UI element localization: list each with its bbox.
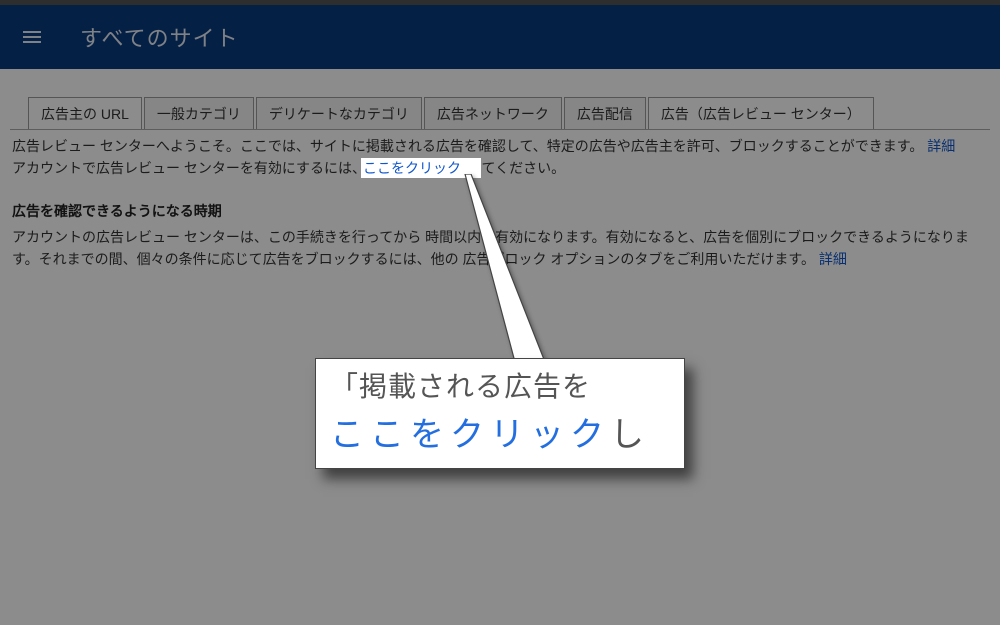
tab-label: 広告（広告レビュー センター）	[661, 106, 861, 122]
tab-ad-delivery[interactable]: 広告配信	[564, 97, 646, 129]
details-link-2[interactable]: 詳細	[819, 251, 847, 267]
tab-label: 広告主の URL	[41, 106, 129, 122]
tab-label: 広告配信	[577, 106, 633, 122]
tab-advertiser-url[interactable]: 広告主の URL	[28, 97, 142, 129]
callout-line2: ここをクリックし	[330, 407, 670, 456]
details-link[interactable]: 詳細	[927, 138, 955, 154]
callout-box: 「掲載される広告を ここをクリックし	[315, 358, 685, 469]
tab-label: 一般カテゴリ	[157, 106, 241, 122]
tab-bar: 広告主の URL 一般カテゴリ デリケートなカテゴリ 広告ネットワーク 広告配信…	[10, 97, 990, 129]
tab-label: デリケートなカテゴリ	[269, 106, 409, 122]
menu-icon[interactable]	[12, 17, 52, 57]
intro-paragraph-2: アカウントで広告レビュー センターを有効にするには、 ここをクリックしてください…	[10, 158, 990, 180]
intro-text: してください。	[468, 160, 565, 176]
tab-sensitive-category[interactable]: デリケートなカテゴリ	[256, 97, 422, 129]
section-heading: 広告を確認できるようになる時期	[10, 201, 990, 221]
page-title: すべてのサイト	[80, 21, 239, 53]
callout-main-text: ここをクリック	[330, 407, 610, 456]
tab-ad-review-center[interactable]: 広告（広告レビュー センター）	[648, 97, 874, 129]
tab-label: 広告ネットワーク	[437, 106, 549, 122]
tab-general-category[interactable]: 一般カテゴリ	[144, 97, 254, 129]
intro-paragraph-1: 広告レビュー センターへようこそ。ここでは、サイトに掲載される広告を確認して、特…	[10, 136, 990, 158]
intro-text: 広告レビュー センターへようこそ。ここでは、サイトに掲載される広告を確認して、特…	[12, 138, 923, 154]
click-here-link[interactable]: ここをクリック	[370, 160, 468, 176]
callout-line1: 「掲載される広告を	[330, 365, 670, 405]
tab-panel: 広告レビュー センターへようこそ。ここでは、サイトに掲載される広告を確認して、特…	[10, 129, 990, 271]
app-header: すべてのサイト	[0, 5, 1000, 69]
tab-ad-network[interactable]: 広告ネットワーク	[424, 97, 562, 129]
section-body: アカウントの広告レビュー センターは、この手続きを行ってから 時間以内に有効にな…	[10, 227, 990, 270]
main-content: 広告主の URL 一般カテゴリ デリケートなカテゴリ 広告ネットワーク 広告配信…	[0, 69, 1000, 271]
intro-text: アカウントで広告レビュー センターを有効にするには、	[12, 160, 366, 176]
callout-trail-text: し	[610, 407, 646, 456]
